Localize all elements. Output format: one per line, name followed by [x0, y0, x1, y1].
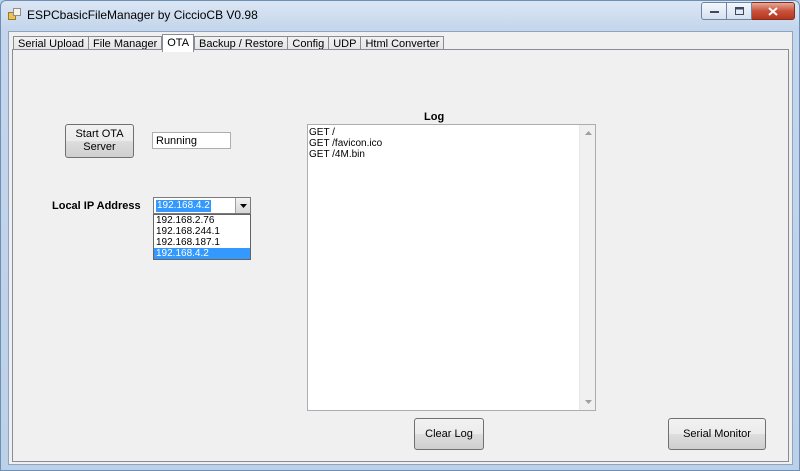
clear-log-button[interactable]: Clear Log: [414, 418, 484, 450]
log-line: GET /favicon.ico: [309, 138, 383, 149]
log-lines: GET / GET /favicon.ico GET /4M.bin: [309, 127, 382, 160]
ip-option-selected[interactable]: 192.168.4.2: [154, 248, 250, 259]
scroll-down-icon[interactable]: [584, 398, 592, 406]
log-line: GET /: [309, 127, 335, 138]
close-button[interactable]: [752, 2, 795, 20]
ip-option[interactable]: 192.168.2.76: [154, 215, 250, 226]
log-label: Log: [424, 111, 445, 123]
local-ip-label: Local IP Address: [52, 200, 141, 212]
minimize-button[interactable]: [701, 2, 727, 20]
maximize-icon: [734, 7, 744, 15]
scroll-up-icon[interactable]: [584, 129, 592, 137]
minimize-icon: [709, 11, 719, 13]
local-ip-dropdown-list: 192.168.2.76 192.168.244.1 192.168.187.1…: [153, 214, 251, 260]
start-ota-label-line1: Start OTA: [75, 128, 124, 140]
maximize-button[interactable]: [727, 2, 752, 20]
client-area: Serial Upload File Manager OTA Backup / …: [8, 31, 793, 465]
window-controls: [701, 2, 795, 20]
app-window: ESPCbasicFileManager by CiccioCB V0.98 S…: [0, 0, 800, 471]
start-ota-server-button[interactable]: Start OTA Server: [65, 124, 134, 158]
log-scrollbar[interactable]: [579, 125, 595, 410]
local-ip-select[interactable]: 192.168.4.2: [153, 197, 251, 214]
local-ip-selected-value: 192.168.4.2: [156, 200, 211, 212]
window-title: ESPCbasicFileManager by CiccioCB V0.98: [27, 8, 258, 22]
ota-status-field[interactable]: Running: [152, 132, 231, 149]
ota-tab-page: Start OTA Server Running Local IP Addres…: [12, 49, 789, 462]
close-icon: [768, 6, 778, 16]
ip-option[interactable]: 192.168.244.1: [154, 226, 250, 237]
start-ota-label-line2: Server: [83, 141, 116, 153]
app-icon: [8, 8, 22, 21]
tab-ota[interactable]: OTA: [162, 34, 195, 52]
ip-option[interactable]: 192.168.187.1: [154, 237, 250, 248]
log-textarea[interactable]: GET / GET /favicon.ico GET /4M.bin: [307, 124, 596, 411]
title-bar[interactable]: ESPCbasicFileManager by CiccioCB V0.98: [1, 1, 799, 29]
serial-monitor-button[interactable]: Serial Monitor: [668, 418, 766, 450]
log-line: GET /4M.bin: [309, 149, 365, 160]
chevron-down-icon[interactable]: [235, 198, 250, 213]
